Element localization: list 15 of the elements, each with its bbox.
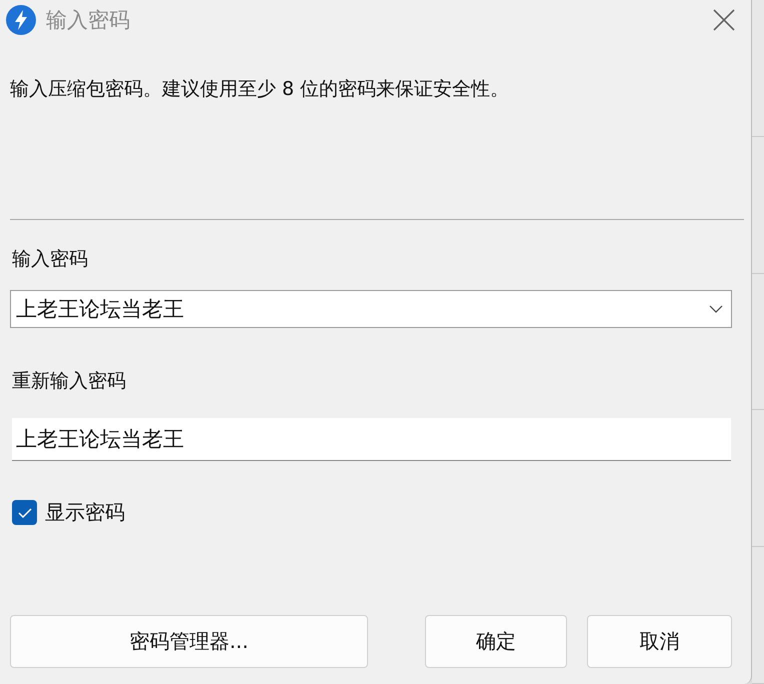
confirm-password-field[interactable]: 上老王论坛当老王 [12, 418, 731, 461]
show-password-checkbox[interactable] [12, 500, 37, 525]
window-title: 输入密码 [46, 7, 130, 34]
close-icon[interactable] [713, 9, 735, 31]
check-icon [18, 508, 32, 518]
confirm-password-label: 重新输入密码 [12, 369, 127, 394]
password-combo-field[interactable]: 上老王论坛当老王 [10, 290, 732, 328]
password-label: 输入密码 [12, 247, 89, 272]
app-logo-icon [6, 5, 36, 35]
dialog-button[interactable]: 确定 [425, 615, 567, 668]
chevron-down-icon[interactable] [709, 305, 723, 313]
dialog-button[interactable]: 取消 [587, 615, 732, 668]
dialog-button[interactable]: 密码管理器... [10, 615, 368, 668]
description-text: 输入压缩包密码。建议使用至少 8 位的密码来保证安全性。 [10, 77, 510, 102]
show-password-label: 显示密码 [45, 499, 125, 526]
